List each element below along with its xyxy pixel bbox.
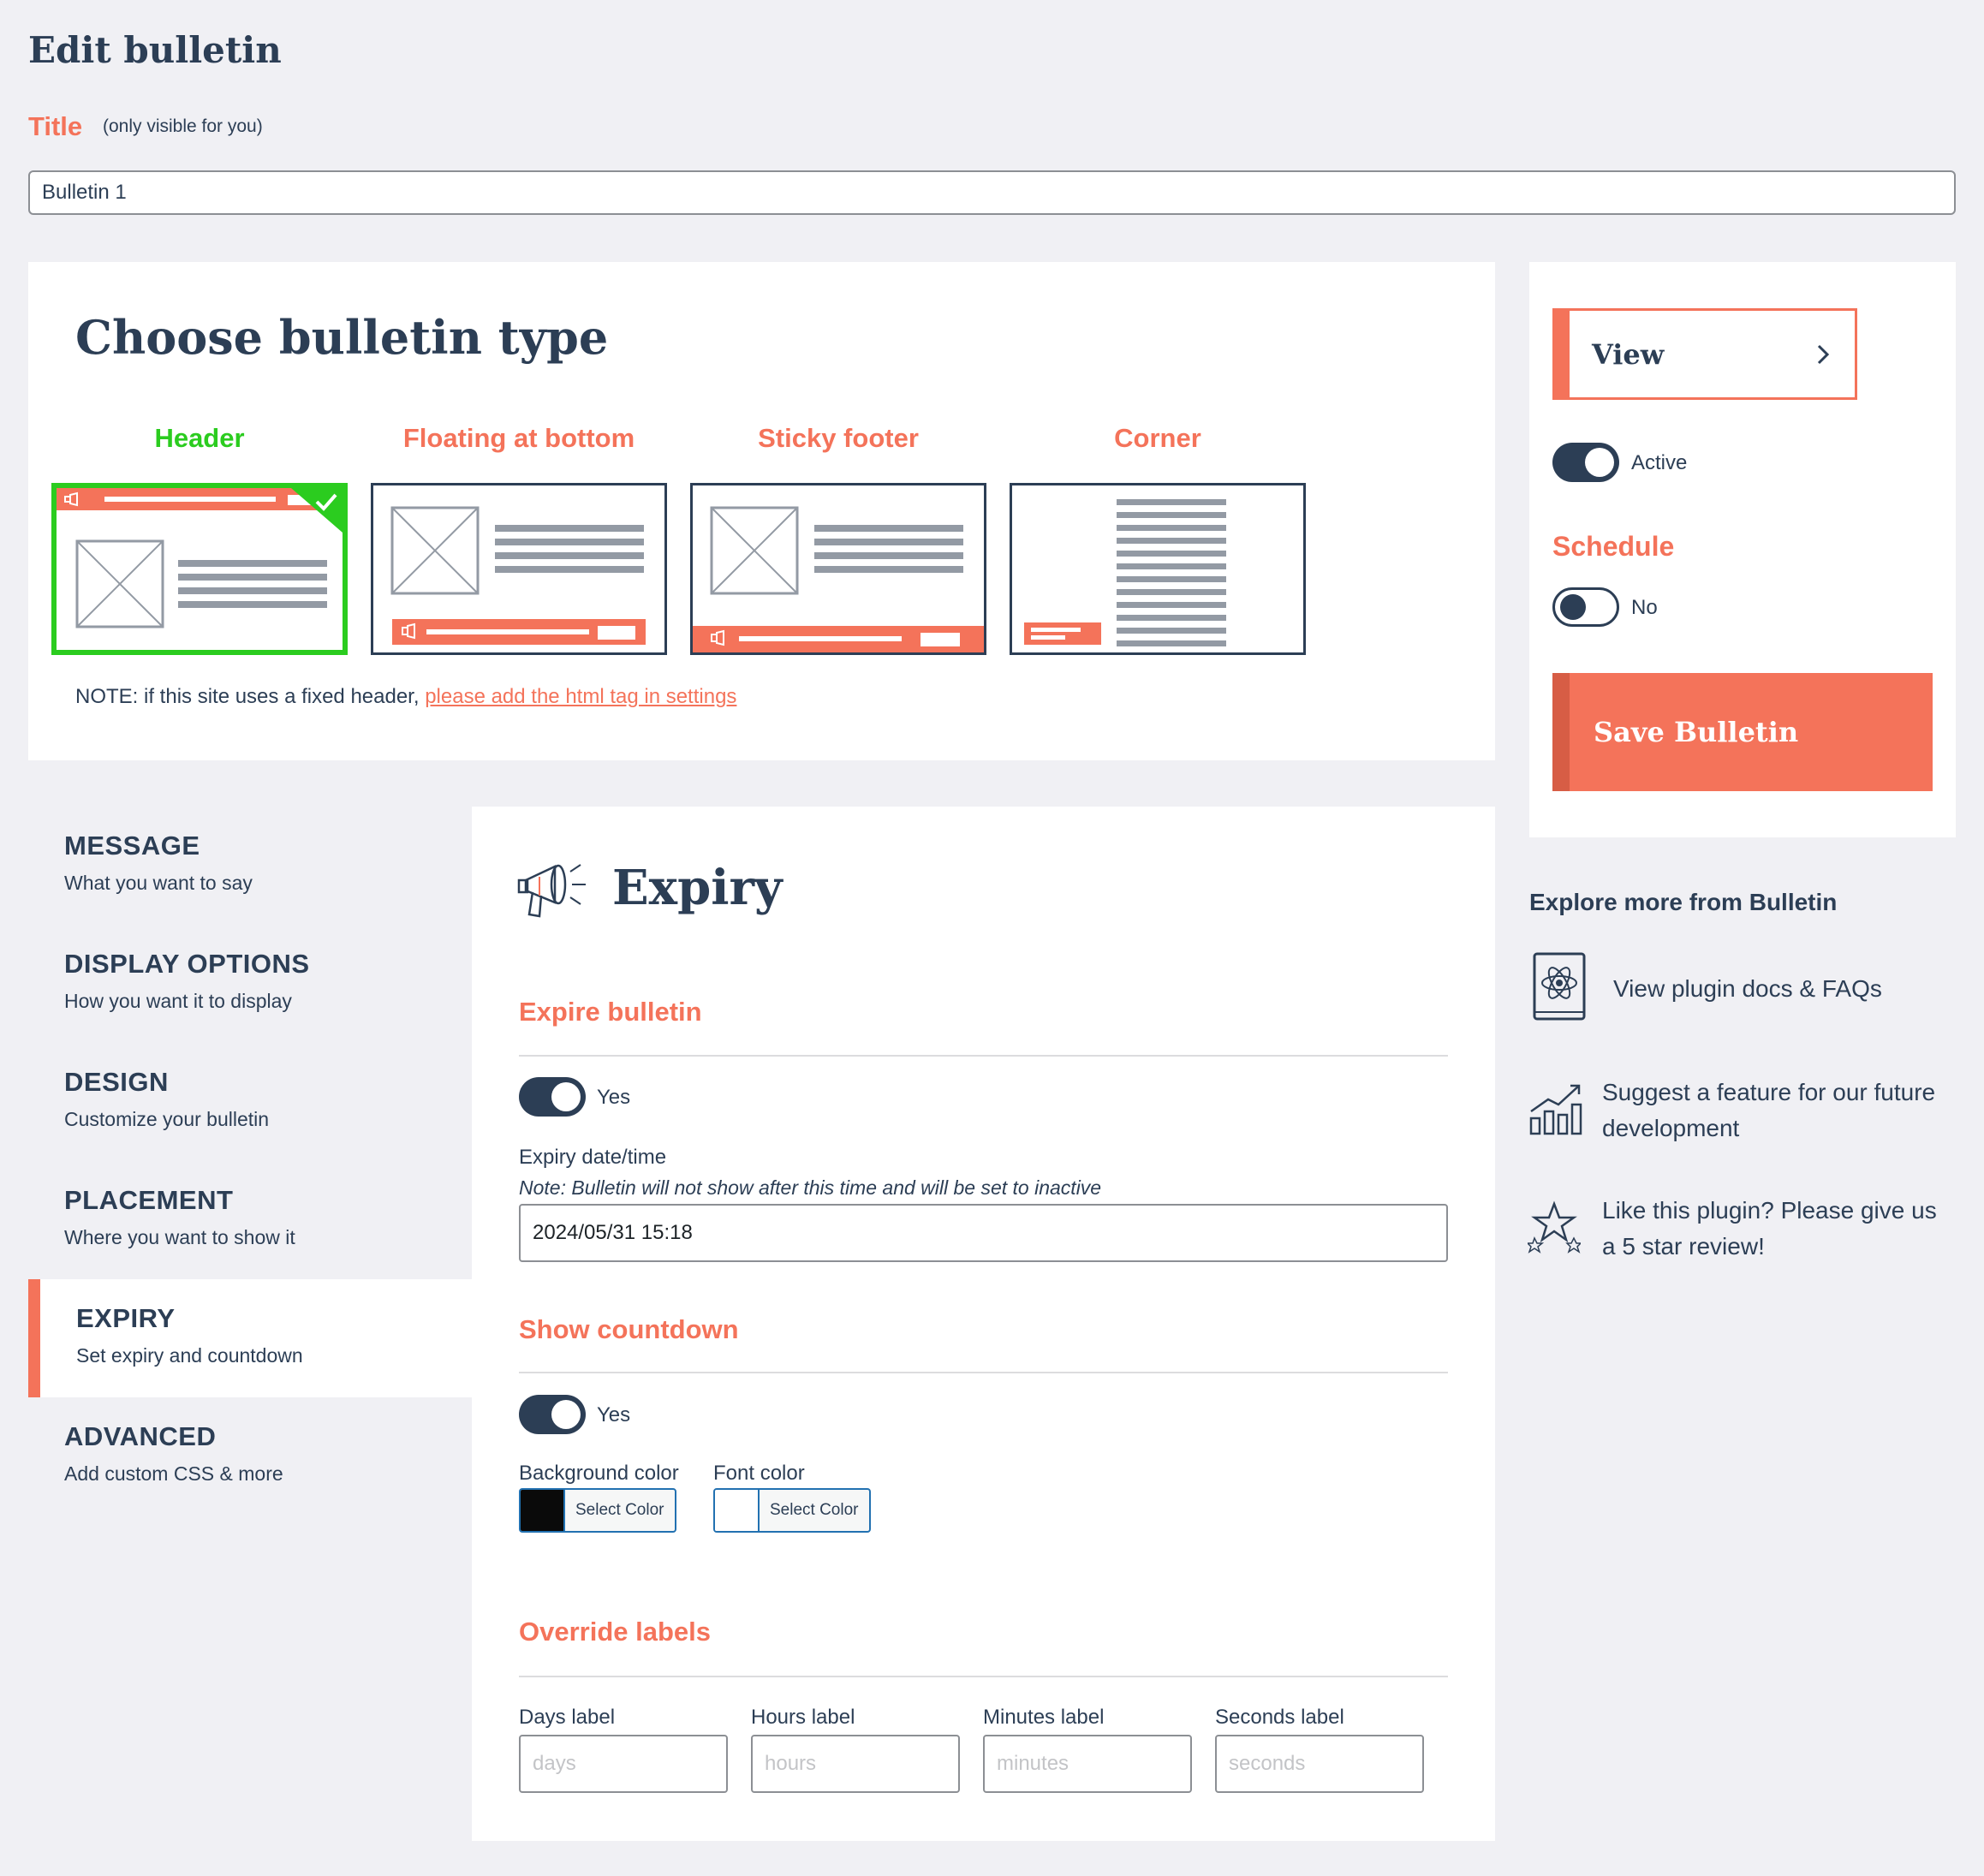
expire-toggle[interactable] <box>519 1077 586 1117</box>
fixed-header-note: NOTE: if this site uses a fixed header, … <box>75 685 736 709</box>
save-bulletin-button[interactable]: Save Bulletin <box>1552 673 1933 791</box>
expiry-heading: Expiry <box>612 860 783 916</box>
docs-link[interactable]: View plugin docs & FAQs <box>1613 971 1882 1007</box>
bulletin-type-heading: Choose bulletin type <box>75 310 609 365</box>
schedule-toggle[interactable] <box>1552 587 1619 627</box>
megaphone-icon <box>517 864 586 918</box>
suggest-feature-line1: Suggest a feature for our future <box>1602 1079 1936 1105</box>
nav-subtitle: Where you want to show it <box>64 1226 295 1248</box>
nav-item-message[interactable]: MESSAGE What you want to say <box>28 807 472 925</box>
countdown-toggle-label: Yes <box>597 1403 631 1426</box>
type-option-corner[interactable] <box>1010 483 1306 655</box>
nav-title: MESSAGE <box>64 831 200 861</box>
title-hint: (only visible for you) <box>103 116 263 136</box>
nav-subtitle: Add custom CSS & more <box>64 1462 283 1485</box>
review-link[interactable]: Like this plugin? Please give us a 5 sta… <box>1602 1193 1937 1265</box>
minutes-label-input[interactable] <box>983 1735 1192 1793</box>
nav-title: EXPIRY <box>76 1303 176 1333</box>
type-option-sticky[interactable] <box>690 483 986 655</box>
hours-label: Hours label <box>751 1706 855 1729</box>
nav-subtitle: How you want it to display <box>64 990 292 1012</box>
seconds-label-input[interactable] <box>1215 1735 1424 1793</box>
expiry-date-input[interactable] <box>519 1204 1448 1262</box>
type-label-sticky: Sticky footer <box>758 423 919 453</box>
growth-chart-icon <box>1529 1084 1582 1135</box>
page-title: Edit bulletin <box>28 29 282 71</box>
override-labels-title: Override labels <box>519 1617 712 1647</box>
review-line2: a 5 star review! <box>1602 1233 1765 1260</box>
expiry-date-label: Expiry date/time <box>519 1146 667 1169</box>
type-option-header[interactable] <box>51 483 348 655</box>
book-atom-icon <box>1533 952 1586 1021</box>
docs-link-text[interactable]: View plugin docs & FAQs <box>1613 975 1882 1002</box>
nav-item-display-options[interactable]: DISPLAY OPTIONS How you want it to displ… <box>28 925 472 1043</box>
corner-wireframe-icon <box>1024 499 1226 646</box>
font-color-swatch <box>715 1490 760 1531</box>
select-color-label: Select Color <box>770 1501 859 1519</box>
type-label-floating: Floating at bottom <box>402 423 635 453</box>
nav-subtitle: Customize your bulletin <box>64 1108 270 1130</box>
countdown-toggle[interactable] <box>519 1395 586 1434</box>
divider <box>519 1055 1448 1057</box>
nav-title: DISPLAY OPTIONS <box>64 949 310 979</box>
view-button-label: View <box>1592 337 1665 371</box>
suggest-feature-line2: development <box>1602 1115 1740 1141</box>
nav-title: ADVANCED <box>64 1421 217 1451</box>
settings-link[interactable]: please add the html tag in settings <box>425 685 736 708</box>
suggest-feature-link[interactable]: Suggest a feature for our future develop… <box>1602 1075 1935 1146</box>
chevron-right-icon <box>1817 344 1830 364</box>
floating-wireframe-icon <box>390 506 646 645</box>
hours-label-input[interactable] <box>751 1735 960 1793</box>
bg-color-swatch <box>521 1490 565 1531</box>
nav-subtitle: Set expiry and countdown <box>76 1344 303 1367</box>
star-trophy-icon <box>1528 1200 1581 1254</box>
review-line1: Like this plugin? Please give us <box>1602 1197 1937 1224</box>
bg-color-picker[interactable]: Select Color <box>519 1488 676 1533</box>
expiry-date-note: Note: Bulletin will not show after this … <box>519 1176 1102 1199</box>
seconds-label: Seconds label <box>1215 1706 1344 1729</box>
expire-toggle-label: Yes <box>597 1086 631 1109</box>
divider <box>519 1372 1448 1373</box>
nav-item-placement[interactable]: PLACEMENT Where you want to show it <box>28 1161 472 1279</box>
font-color-picker[interactable]: Select Color <box>713 1488 871 1533</box>
expire-bulletin-title: Expire bulletin <box>519 997 702 1027</box>
active-label: Active <box>1631 451 1688 474</box>
minutes-label: Minutes label <box>983 1706 1105 1729</box>
type-label-header: Header <box>154 423 245 453</box>
nav-item-design[interactable]: DESIGN Customize your bulletin <box>28 1043 472 1161</box>
show-countdown-title: Show countdown <box>519 1314 739 1344</box>
explore-title: Explore more from Bulletin <box>1529 889 1838 915</box>
title-label: Title <box>28 111 83 141</box>
active-toggle[interactable] <box>1552 443 1619 482</box>
nav-item-advanced[interactable]: ADVANCED Add custom CSS & more <box>28 1397 472 1516</box>
sticky-footer-wireframe-icon <box>693 506 984 652</box>
note-text: NOTE: if this site uses a fixed header, <box>75 685 426 708</box>
schedule-label: Schedule <box>1552 531 1675 562</box>
nav-item-expiry[interactable]: EXPIRY Set expiry and countdown <box>28 1279 472 1397</box>
days-label-input[interactable] <box>519 1735 728 1793</box>
suggest-feature-text[interactable]: Suggest a feature for our future develop… <box>1602 1079 1935 1141</box>
header-wireframe-icon <box>57 488 343 628</box>
font-color-label: Font color <box>713 1462 805 1485</box>
nav-subtitle: What you want to say <box>64 872 253 894</box>
type-label-corner: Corner <box>1114 423 1201 453</box>
nav-title: DESIGN <box>64 1067 169 1097</box>
schedule-value: No <box>1631 596 1658 619</box>
title-input[interactable] <box>28 170 1956 215</box>
nav-title: PLACEMENT <box>64 1185 234 1215</box>
bg-color-label: Background color <box>519 1462 679 1485</box>
select-color-label: Select Color <box>575 1501 664 1519</box>
review-text[interactable]: Like this plugin? Please give us a 5 sta… <box>1602 1197 1937 1260</box>
view-button[interactable]: View <box>1552 308 1857 400</box>
divider <box>519 1676 1448 1677</box>
save-bulletin-label: Save Bulletin <box>1594 716 1799 748</box>
type-option-floating[interactable] <box>371 483 667 655</box>
days-label: Days label <box>519 1706 616 1729</box>
